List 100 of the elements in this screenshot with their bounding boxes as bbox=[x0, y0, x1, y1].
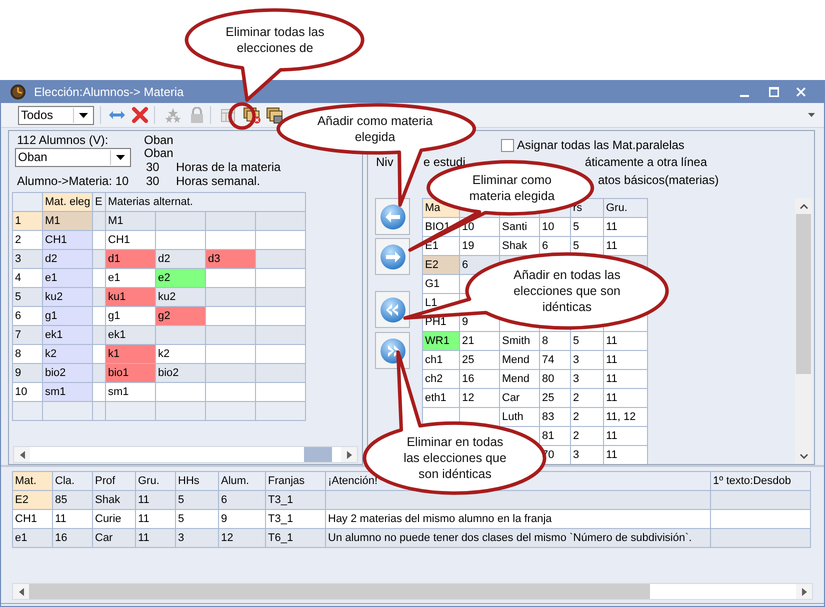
maximize-icon[interactable] bbox=[769, 86, 779, 96]
table-cell bbox=[256, 231, 306, 250]
table-cell bbox=[93, 250, 106, 269]
table-cell: 2 bbox=[571, 408, 604, 427]
hours-value: 30 bbox=[145, 175, 160, 188]
table-cell: g1 bbox=[106, 307, 156, 326]
table-cell: Un alumno no puede tener dos clases del mismo `Número de subdivisión`. bbox=[326, 529, 711, 548]
option-label: e estudi bbox=[423, 155, 466, 169]
table-cell: 2 bbox=[571, 389, 604, 408]
stars-icon[interactable] bbox=[165, 107, 181, 123]
scroll-thumb[interactable] bbox=[304, 447, 332, 462]
delete-icon[interactable] bbox=[132, 107, 148, 123]
table-cell: Santi bbox=[500, 218, 540, 237]
hours-value: 30 bbox=[145, 161, 160, 174]
table-cell bbox=[93, 402, 106, 421]
table-cell bbox=[93, 383, 106, 402]
table-cell: g2 bbox=[156, 307, 206, 326]
arrow-left-icon bbox=[380, 204, 406, 230]
row-number: 3 bbox=[13, 250, 43, 269]
table-cell: 74 bbox=[540, 351, 571, 370]
swap-icon[interactable] bbox=[108, 109, 126, 121]
table-cell: 5 bbox=[176, 510, 219, 529]
table-cell: T3_1 bbox=[266, 491, 326, 510]
table-cell bbox=[93, 345, 106, 364]
table-cell: e1 bbox=[106, 269, 156, 288]
caret-icon[interactable] bbox=[808, 113, 815, 117]
table-cell bbox=[156, 383, 206, 402]
scroll-thumb[interactable] bbox=[796, 214, 811, 374]
move-left-button[interactable] bbox=[375, 198, 410, 235]
table-cell bbox=[256, 326, 306, 345]
table-cell: Mend bbox=[500, 370, 540, 389]
table-cell bbox=[256, 288, 306, 307]
table-cell bbox=[206, 345, 256, 364]
column-header: HHs bbox=[176, 472, 219, 491]
clock-icon bbox=[10, 84, 26, 100]
lock-icon[interactable] bbox=[190, 107, 204, 123]
table-cell: 6 bbox=[219, 491, 266, 510]
table-cell: M1 bbox=[43, 212, 93, 231]
window-stack-icon[interactable] bbox=[266, 106, 284, 124]
table-cell: 12 bbox=[219, 529, 266, 548]
table-cell: E2 bbox=[13, 491, 53, 510]
table-cell: 11 bbox=[604, 389, 648, 408]
table-cell: Hay 2 materias del mismo alumno en la franja bbox=[326, 510, 711, 529]
arrow-right-icon bbox=[346, 450, 352, 458]
table-cell bbox=[93, 269, 106, 288]
arrow-right-icon bbox=[380, 244, 406, 270]
table-cell bbox=[256, 383, 306, 402]
vertical-scrollbar[interactable] bbox=[795, 198, 812, 464]
table-cell: CH1 bbox=[106, 231, 156, 250]
double-arrow-left-icon bbox=[380, 296, 406, 322]
table-cell: d2 bbox=[156, 250, 206, 269]
student-dropdown[interactable]: Oban bbox=[15, 148, 131, 167]
table-cell: 3 bbox=[571, 370, 604, 389]
table-cell: 12 bbox=[460, 389, 500, 408]
option-label: Niv bbox=[376, 155, 394, 169]
table-cell: 11 bbox=[136, 529, 176, 548]
table-cell: d3 bbox=[206, 250, 256, 269]
row-number: 10 bbox=[13, 383, 43, 402]
table-cell bbox=[206, 402, 256, 421]
checkbox[interactable] bbox=[501, 138, 514, 152]
column-header: Alum. bbox=[219, 472, 266, 491]
table-cell: 3 bbox=[176, 529, 219, 548]
table-cell: 11 bbox=[604, 237, 648, 256]
row-number: 1 bbox=[13, 212, 43, 231]
student-count-label: 112 Alumnos (V): bbox=[17, 134, 110, 147]
table-cell bbox=[206, 326, 256, 345]
table-cell: k1 bbox=[106, 345, 156, 364]
filter-dropdown[interactable]: Todos bbox=[18, 106, 94, 124]
window-stack-icon[interactable] bbox=[243, 106, 261, 124]
move-all-right-button[interactable] bbox=[375, 332, 410, 369]
row-number: 7 bbox=[13, 326, 43, 345]
table-cell: k2 bbox=[156, 345, 206, 364]
table-cell bbox=[93, 364, 106, 383]
column-header: Franjas bbox=[266, 472, 326, 491]
table-cell: ek1 bbox=[106, 326, 156, 345]
horizontal-scrollbar[interactable] bbox=[13, 446, 358, 463]
close-icon[interactable] bbox=[796, 86, 806, 96]
row-number: 9 bbox=[13, 364, 43, 383]
table-cell: E2 bbox=[423, 256, 460, 275]
column-header: Gru. bbox=[604, 199, 648, 218]
table-cell: 2 bbox=[571, 427, 604, 446]
horizontal-scrollbar[interactable] bbox=[12, 583, 813, 600]
table-cell: ch1 bbox=[423, 351, 460, 370]
table-cell bbox=[256, 269, 306, 288]
column-header: Mat. eleg bbox=[43, 193, 93, 212]
table-cell: 10 bbox=[540, 218, 571, 237]
table-cell bbox=[206, 212, 256, 231]
column-header: Mat. bbox=[13, 472, 53, 491]
table-cell: 5 bbox=[571, 218, 604, 237]
assignment-label: Alumno->Materia: 10 bbox=[17, 175, 130, 188]
callout-text: Añadir en todas las elecciones que son idénticas bbox=[512, 267, 622, 315]
row-number: 6 bbox=[13, 307, 43, 326]
scroll-thumb[interactable] bbox=[29, 584, 650, 599]
move-all-left-button[interactable] bbox=[375, 291, 410, 328]
table-cell: 11, 12 bbox=[604, 408, 648, 427]
table-cell: sm1 bbox=[43, 383, 93, 402]
move-right-button[interactable] bbox=[375, 238, 410, 275]
table-cell: 11 bbox=[604, 332, 648, 351]
table-cell bbox=[256, 307, 306, 326]
arrow-right-icon bbox=[802, 588, 806, 596]
